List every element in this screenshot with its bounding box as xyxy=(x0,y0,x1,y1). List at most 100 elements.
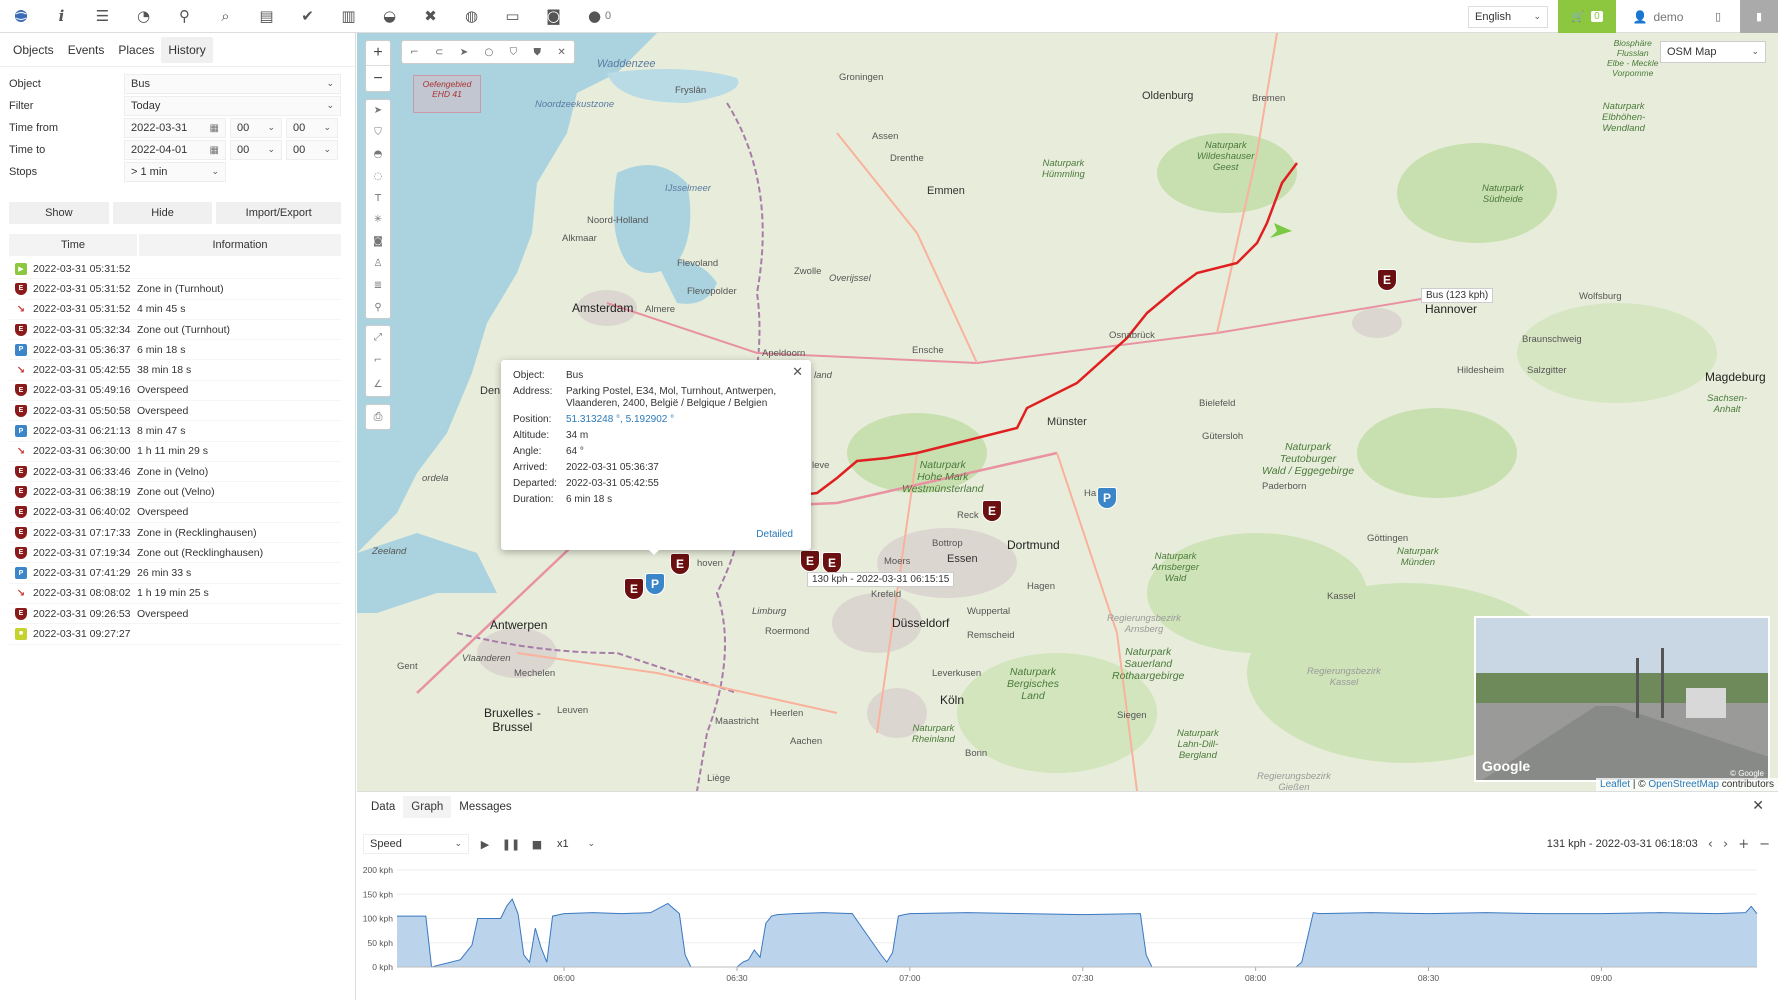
marker-icon[interactable]: ⚲ xyxy=(164,0,205,33)
history-row[interactable]: E 2022-03-31 05:32:34 Zone out (Turnhout) xyxy=(9,320,341,341)
history-row[interactable]: ↘ 2022-03-31 05:31:52 4 min 45 s xyxy=(9,300,341,320)
history-row[interactable]: ↘ 2022-03-31 06:30:00 1 h 11 min 29 s xyxy=(9,442,341,462)
history-row[interactable]: E 2022-03-31 05:31:52 Zone in (Turnhout) xyxy=(9,279,341,300)
camera-icon[interactable]: ◙ xyxy=(373,236,383,247)
ruler-icon[interactable]: ⌐ xyxy=(374,355,382,366)
car-icon[interactable]: ◓ xyxy=(374,149,383,160)
time-to-date[interactable]: 2022-04-01 ▦ xyxy=(124,140,226,160)
arrow-icon[interactable]: ➤ xyxy=(460,47,468,58)
history-row[interactable]: E 2022-03-31 06:38:19 Zone out (Velno) xyxy=(9,482,341,503)
cart-button[interactable]: 🛒 0 xyxy=(1558,0,1616,33)
event-marker[interactable]: E xyxy=(624,578,644,600)
history-row[interactable]: P 2022-03-31 06:21:13 8 min 47 s xyxy=(9,421,341,442)
event-marker[interactable]: E xyxy=(982,500,1002,522)
event-marker[interactable]: E xyxy=(800,550,820,572)
history-row[interactable]: E 2022-03-31 06:33:46 Zone in (Velno) xyxy=(9,462,341,483)
history-row[interactable]: E 2022-03-31 05:49:16 Overspeed xyxy=(9,381,341,402)
vehicle-icon[interactable]: ◒ xyxy=(369,0,410,33)
chart-icon[interactable]: ▤ xyxy=(246,0,287,33)
calendar-icon[interactable]: ▦ xyxy=(210,123,219,134)
zoom-out-button[interactable]: − xyxy=(366,66,390,91)
history-row[interactable]: E 2022-03-31 06:40:02 Overspeed xyxy=(9,503,341,523)
tools-icon[interactable]: ✖ xyxy=(410,0,451,33)
book-icon[interactable]: ▥ xyxy=(328,0,369,33)
dashboard-icon[interactable]: ◔ xyxy=(123,0,164,33)
time-column-header[interactable]: Time xyxy=(9,234,137,256)
hide-button[interactable]: Hide xyxy=(112,202,213,224)
shield-icon[interactable]: ⛉ xyxy=(510,47,518,58)
event-marker[interactable]: E xyxy=(1377,269,1397,291)
event-marker[interactable]: E xyxy=(670,553,690,575)
import-export-button[interactable]: Import/Export xyxy=(216,202,341,224)
map-layer-select[interactable]: OSM Map ⌄ xyxy=(1660,41,1766,63)
time-to-minute[interactable]: 00 ⌄ xyxy=(286,140,338,160)
object-select[interactable]: Bus ⌄ xyxy=(124,74,341,94)
info-icon[interactable]: i xyxy=(41,0,82,33)
tab-messages[interactable]: Messages xyxy=(451,796,519,818)
history-row[interactable]: P 2022-03-31 07:41:29 26 min 33 s xyxy=(9,563,341,584)
stop-marker[interactable]: P xyxy=(645,573,665,595)
mobile-icon[interactable]: ▯ xyxy=(1706,0,1730,33)
zoom-out-icon[interactable]: − xyxy=(1759,837,1770,852)
camera-icon[interactable]: ◙ xyxy=(533,0,574,33)
person-icon[interactable]: ♙ xyxy=(374,258,383,269)
user-menu[interactable]: 👤 demo xyxy=(1628,0,1688,33)
metric-select[interactable]: Speed ⌄ xyxy=(363,834,469,854)
time-to-hour[interactable]: 00 ⌄ xyxy=(230,140,282,160)
event-marker[interactable]: E xyxy=(822,552,842,574)
history-row[interactable]: E 2022-03-31 05:50:58 Overspeed xyxy=(9,401,341,422)
history-row[interactable]: ↘ 2022-03-31 05:42:55 38 min 18 s xyxy=(9,360,341,381)
tab-graph[interactable]: Graph xyxy=(403,796,452,818)
history-row[interactable]: ▶ 2022-03-31 05:31:52 xyxy=(9,259,341,280)
check-icon[interactable]: ✔ xyxy=(287,0,328,33)
tab-events[interactable]: Events xyxy=(61,37,112,63)
shield-plus-icon[interactable]: ⛊ xyxy=(533,47,541,58)
history-row[interactable]: E 2022-03-31 07:19:34 Zone out (Recklingha… xyxy=(9,543,341,564)
circle-dashed-icon[interactable]: ◌ xyxy=(374,171,383,182)
filter-select[interactable]: Today ⌄ xyxy=(124,96,341,116)
route-icon[interactable]: ⊂ xyxy=(435,47,443,58)
search-icon[interactable]: ⌕ xyxy=(205,0,246,33)
tab-places[interactable]: Places xyxy=(111,37,161,63)
zoom-in-icon[interactable]: + xyxy=(1738,837,1749,852)
calendar-icon[interactable]: ▦ xyxy=(210,145,219,156)
time-from-date[interactable]: 2022-03-31 ▦ xyxy=(124,118,226,138)
kml-icon[interactable]: ≣ xyxy=(374,280,382,291)
close-icon[interactable]: ✕ xyxy=(792,365,803,380)
close-icon[interactable]: ✕ xyxy=(1752,798,1764,814)
fullscreen-icon[interactable]: ⤢ xyxy=(374,332,382,343)
osm-link[interactable]: OpenStreetMap xyxy=(1648,779,1719,790)
tab-objects[interactable]: Objects xyxy=(6,37,61,63)
globe-icon[interactable] xyxy=(0,0,41,33)
text-icon[interactable]: T xyxy=(375,193,381,204)
speed-multiplier-select[interactable]: x1 ⌄ xyxy=(553,834,599,854)
sun-icon[interactable]: ✳ xyxy=(374,214,382,225)
stops-select[interactable]: > 1 min ⌄ xyxy=(124,162,226,182)
time-from-minute[interactable]: 00 ⌄ xyxy=(286,118,338,138)
street-view-image[interactable]: Google © Google xyxy=(1474,616,1770,782)
navigate-icon[interactable]: ➤ xyxy=(374,105,382,116)
tab-history[interactable]: History xyxy=(161,36,213,63)
stop-icon[interactable]: ■ xyxy=(527,834,547,854)
leaflet-link[interactable]: Leaflet xyxy=(1600,779,1630,790)
play-icon[interactable]: ▶ xyxy=(475,834,495,854)
popup-position-link[interactable]: 51.313248 °, 5.192902 ° xyxy=(566,414,799,426)
polyline-icon[interactable]: ⌐ xyxy=(410,47,418,58)
show-button[interactable]: Show xyxy=(9,202,109,224)
map-view[interactable]: Waddenzee Groningen Oldenburg Bremen Fry… xyxy=(357,33,1778,791)
history-row[interactable]: P 2022-03-31 05:36:37 6 min 18 s xyxy=(9,340,341,361)
circle-icon[interactable]: ○ xyxy=(484,47,493,58)
panel-toggle-button[interactable]: ▮ xyxy=(1740,0,1778,33)
history-row[interactable]: E 2022-03-31 07:17:33 Zone in (Recklinghau… xyxy=(9,523,341,544)
info-column-header[interactable]: Information xyxy=(137,234,341,256)
chevron-left-icon[interactable]: ‹ xyxy=(1708,837,1713,852)
detailed-link[interactable]: Detailed xyxy=(756,529,793,540)
window-icon[interactable]: ▭ xyxy=(492,0,533,33)
history-row[interactable]: E 2022-03-31 09:26:53 Overspeed xyxy=(9,604,341,625)
sliders-icon[interactable]: ☰ xyxy=(82,0,123,33)
tab-data[interactable]: Data xyxy=(363,796,403,818)
pause-icon[interactable]: ❚❚ xyxy=(501,834,521,854)
shield-check-icon[interactable]: ⛉ xyxy=(374,127,382,138)
language-select[interactable]: English ⌄ xyxy=(1468,6,1548,28)
zoom-in-button[interactable]: + xyxy=(366,41,390,66)
